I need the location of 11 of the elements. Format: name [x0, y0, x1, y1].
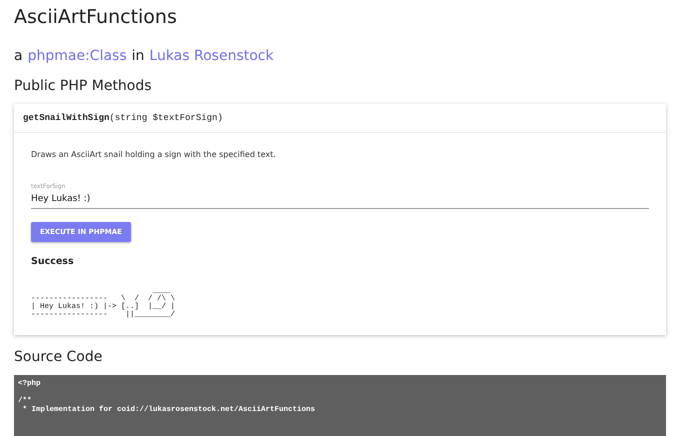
class-link[interactable]: phpmae:Class	[28, 48, 127, 64]
text-input-field[interactable]: Hey Lukas! :)	[31, 194, 649, 209]
method-signature: getSnailWithSign(string $textForSign)	[14, 104, 666, 133]
subtitle-text: in	[132, 48, 144, 64]
subtitle-text: a	[14, 48, 23, 64]
section-heading: Source Code	[14, 349, 104, 365]
method-description: Draws an AsciiArt snail holding a sign with the specified text.	[31, 150, 277, 159]
section-heading: Public PHP Methods	[14, 78, 153, 94]
page-title: AsciiArtFunctions	[14, 6, 178, 28]
result-status: Success	[31, 256, 75, 267]
owner-link[interactable]: Lukas Rosenstock	[149, 48, 274, 64]
